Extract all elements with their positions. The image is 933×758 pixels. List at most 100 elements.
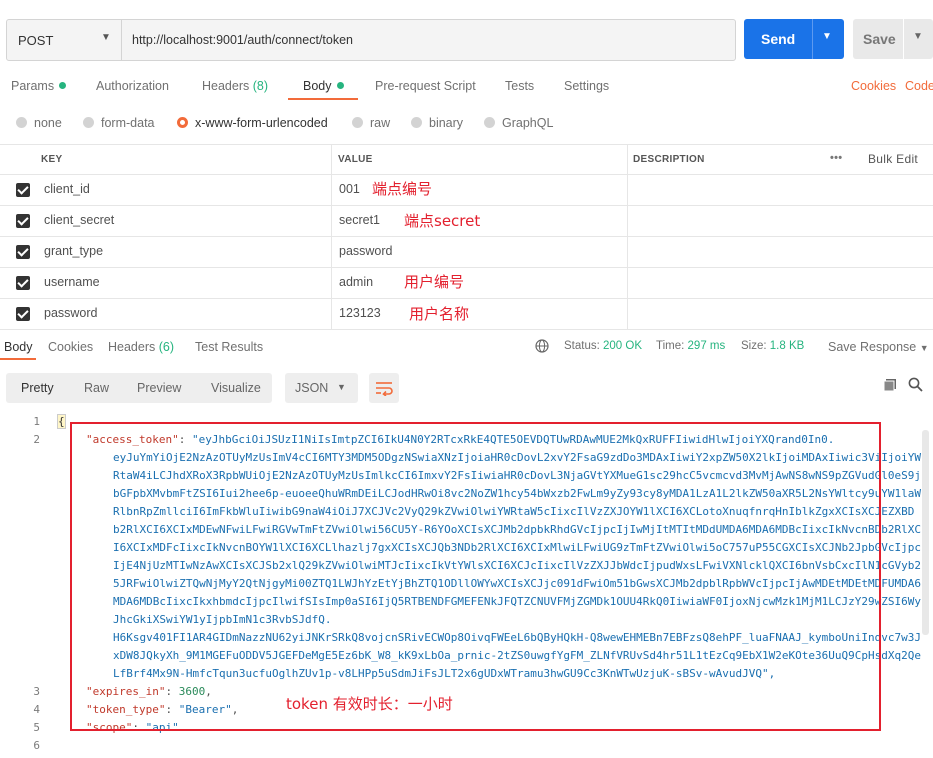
radio-icon <box>352 117 363 128</box>
wrap-icon <box>376 382 393 396</box>
tab-authorization[interactable]: Authorization <box>96 79 169 93</box>
size-label: Size: <box>741 340 767 352</box>
tab-tests[interactable]: Tests <box>505 79 534 93</box>
annotation-text: 端点编号 <box>372 180 433 198</box>
status-value: 200 OK <box>603 340 643 352</box>
row-value[interactable]: secret1 <box>339 213 380 227</box>
tab-body-label: Body <box>303 79 332 93</box>
chevron-down-icon[interactable]: ▼ <box>913 31 923 42</box>
row-checkbox[interactable] <box>16 183 30 197</box>
radio-label: GraphQL <box>502 116 554 130</box>
cookies-link[interactable]: Cookies <box>851 79 896 93</box>
row-value[interactable]: 123123 <box>339 306 381 320</box>
status-dot <box>59 82 67 89</box>
chevron-down-icon: ▼ <box>337 382 346 392</box>
save-response-label: Save Response <box>828 340 917 354</box>
row-value[interactable]: 001 <box>339 182 360 196</box>
radio-label: form-data <box>101 116 155 130</box>
radio-label: raw <box>370 116 391 130</box>
method-select[interactable]: POST ▼ <box>7 20 122 60</box>
row-value[interactable]: password <box>339 244 393 258</box>
save-response-button[interactable]: Save Response ▼ <box>828 340 929 354</box>
radio-none[interactable]: none <box>16 116 62 130</box>
tab-settings[interactable]: Settings <box>564 79 609 93</box>
line-number: 6 <box>33 739 40 752</box>
radio-selected-icon <box>177 117 188 128</box>
bulk-edit-link[interactable]: Bulk Edit <box>868 152 918 166</box>
status-label: Status: <box>564 340 600 352</box>
size-value: 1.8 KB <box>769 340 805 352</box>
format-label: JSON <box>295 381 329 395</box>
save-button[interactable]: Save ▼ <box>853 19 933 59</box>
divider <box>812 19 813 59</box>
line-number: 4 <box>33 703 40 716</box>
request-url-bar: POST ▼ http://localhost:9001/auth/connec… <box>6 19 736 61</box>
response-tab-test-results[interactable]: Test Results <box>195 340 263 354</box>
row-checkbox[interactable] <box>16 214 30 228</box>
row-checkbox[interactable] <box>16 276 30 290</box>
line-number: 2 <box>33 433 40 446</box>
row-key[interactable]: client_id <box>44 182 90 196</box>
tab-body[interactable]: Body <box>303 79 344 93</box>
send-button[interactable]: Send ▼ <box>744 19 844 59</box>
active-tab-indicator <box>0 358 36 360</box>
divider <box>903 19 904 59</box>
radio-icon <box>484 117 495 128</box>
tab-params[interactable]: Params <box>11 79 67 93</box>
radio-urlencoded[interactable]: x-www-form-urlencoded <box>177 116 328 130</box>
chevron-down-icon: ▼ <box>919 343 929 353</box>
annotation-text: 用户名称 <box>409 305 470 323</box>
tab-prerequest-script[interactable]: Pre-request Script <box>375 79 476 93</box>
chevron-down-icon[interactable]: ▼ <box>822 31 832 42</box>
globe-icon[interactable] <box>535 339 549 356</box>
search-icon[interactable] <box>908 377 923 395</box>
save-label: Save <box>863 31 896 47</box>
row-value[interactable]: admin <box>339 275 373 289</box>
radio-label: binary <box>429 116 464 130</box>
response-tab-headers[interactable]: Headers (6) <box>108 340 174 354</box>
col-value-header: VALUE <box>338 154 373 165</box>
row-key[interactable]: password <box>44 306 98 320</box>
format-select[interactable]: JSON ▼ <box>285 373 358 403</box>
vertical-scrollbar[interactable] <box>922 430 929 635</box>
radio-label: x-www-form-urlencoded <box>195 116 328 130</box>
size-info: Size: 1.8 KB <box>741 340 804 352</box>
headers-count: (6) <box>158 340 175 354</box>
time-label: Time: <box>656 340 685 352</box>
row-key[interactable]: username <box>44 275 100 289</box>
line-number: 1 <box>33 415 40 428</box>
row-key[interactable]: client_secret <box>44 213 114 227</box>
method-label: POST <box>18 33 54 48</box>
radio-graphql[interactable]: GraphQL <box>484 116 553 130</box>
radio-icon <box>16 117 27 128</box>
status-dot <box>336 82 344 89</box>
radio-binary[interactable]: binary <box>411 116 463 130</box>
response-tab-headers-label: Headers <box>108 340 156 354</box>
wrap-lines-button[interactable] <box>369 373 399 403</box>
url-input[interactable]: http://localhost:9001/auth/connect/token <box>132 33 353 47</box>
line-number: 3 <box>33 685 40 698</box>
row-key[interactable]: grant_type <box>44 244 103 258</box>
view-mode-tabs: Pretty Raw Preview Visualize <box>6 373 272 403</box>
view-raw[interactable]: Raw <box>84 381 109 395</box>
row-checkbox[interactable] <box>16 307 30 321</box>
col-description-header: DESCRIPTION <box>633 154 705 165</box>
radio-raw[interactable]: raw <box>352 116 390 130</box>
radio-form-data[interactable]: form-data <box>83 116 155 130</box>
headers-count: (8) <box>252 79 269 93</box>
more-options-icon[interactable]: ••• <box>830 152 842 164</box>
view-preview[interactable]: Preview <box>137 381 181 395</box>
code-link[interactable]: Code <box>905 79 933 93</box>
response-tab-cookies[interactable]: Cookies <box>48 340 93 354</box>
response-tab-body[interactable]: Body <box>4 340 33 354</box>
tab-params-label: Params <box>11 79 55 93</box>
brace: { <box>57 414 66 429</box>
copy-icon[interactable] <box>883 378 897 395</box>
tab-headers[interactable]: Headers (8) <box>202 79 268 93</box>
view-visualize[interactable]: Visualize <box>211 381 261 395</box>
status-info: Status: 200 OK <box>564 340 642 352</box>
radio-label: none <box>34 116 62 130</box>
view-pretty[interactable]: Pretty <box>21 381 54 395</box>
chevron-down-icon: ▼ <box>101 32 111 43</box>
row-checkbox[interactable] <box>16 245 30 259</box>
